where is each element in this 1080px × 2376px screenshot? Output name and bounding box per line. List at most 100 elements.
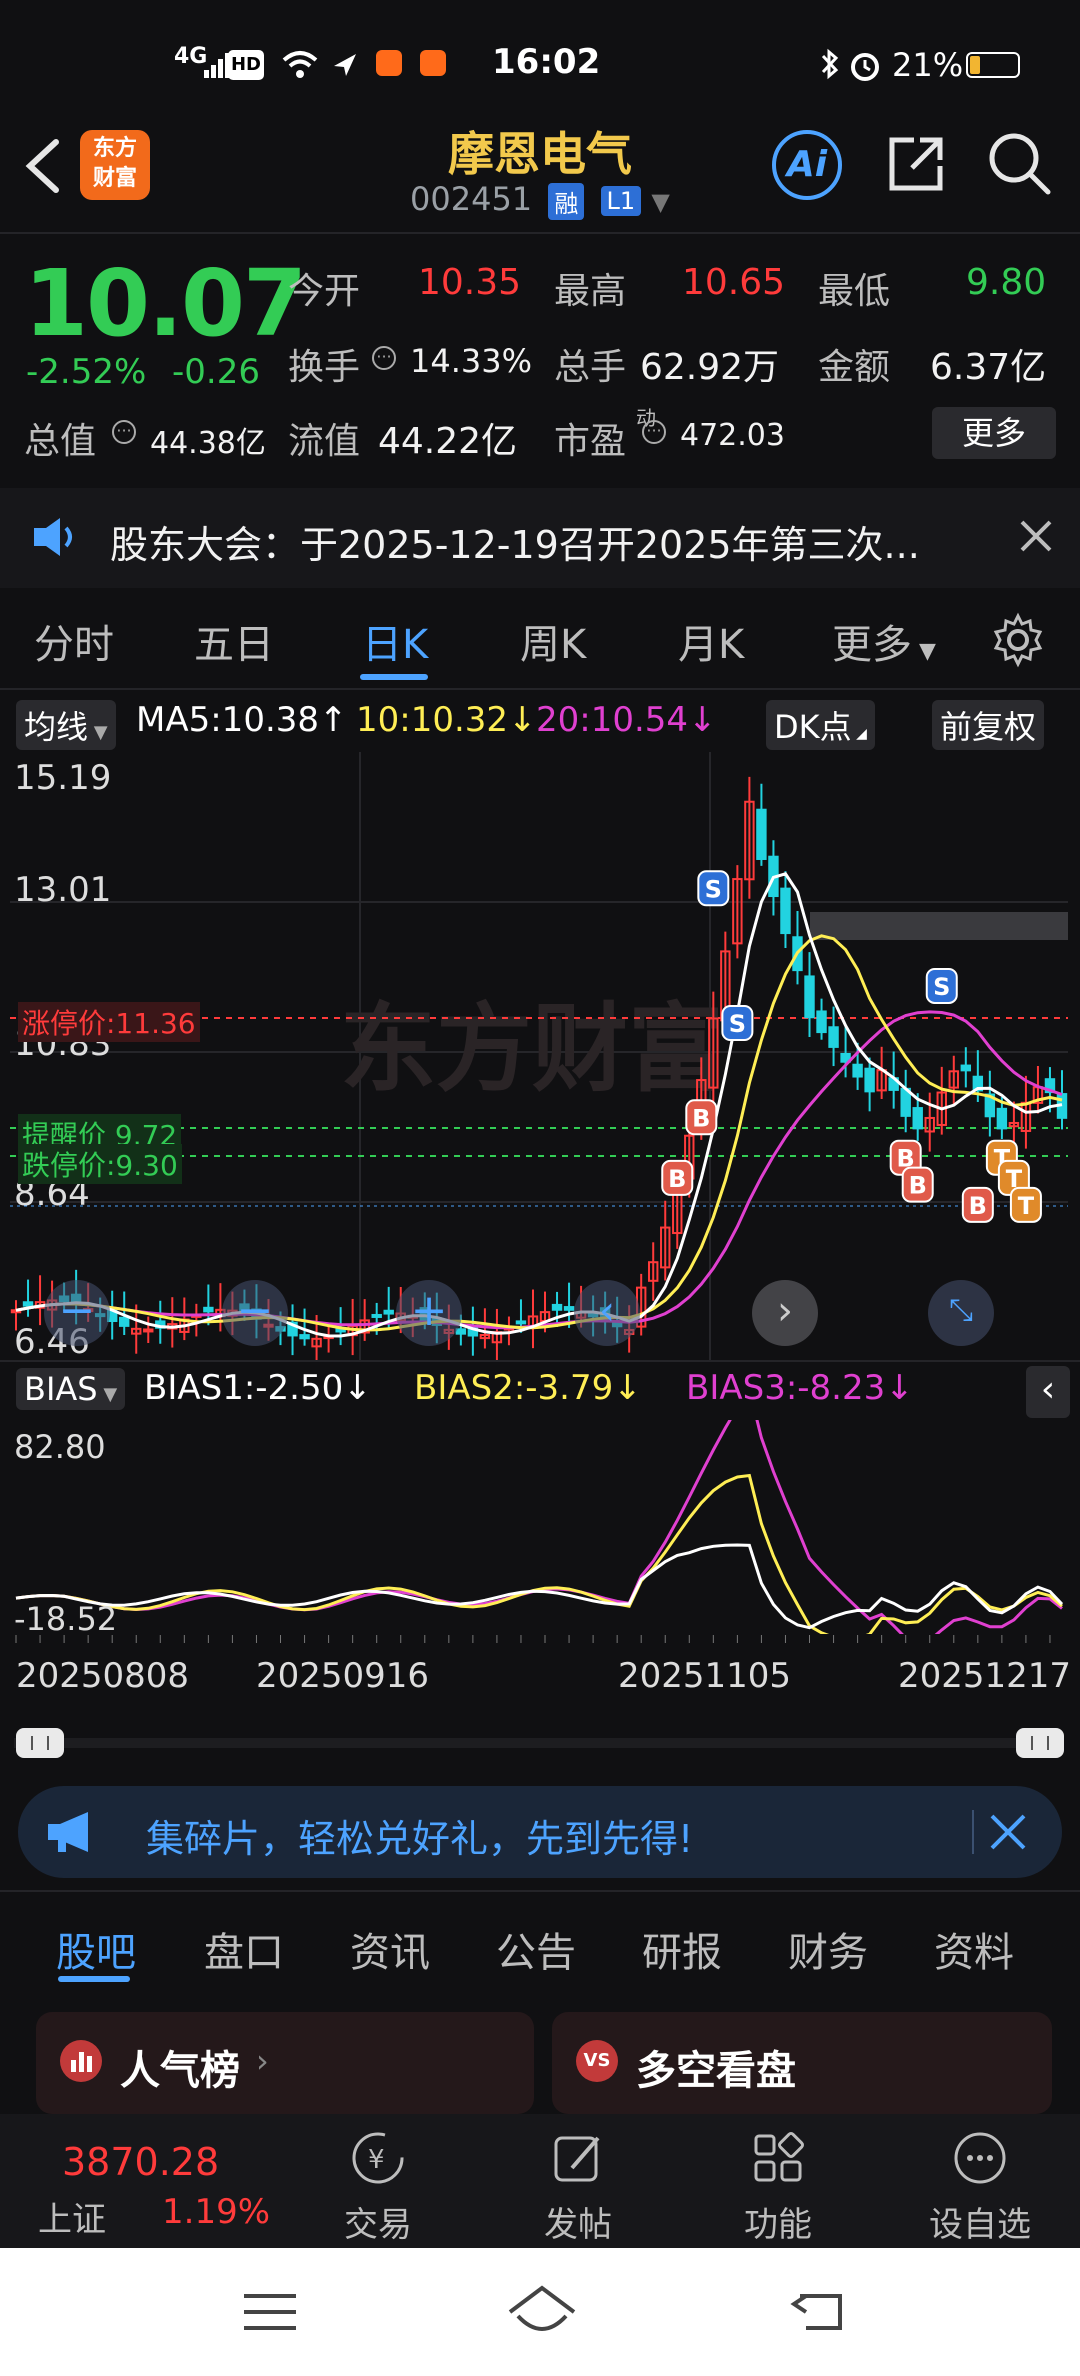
limit-up-label: 涨停价:11.36 [18, 1002, 200, 1042]
indicator-selector[interactable]: BIAS ▼ [16, 1368, 126, 1410]
post-button[interactable]: 发帖 [518, 2128, 638, 2246]
home-icon[interactable] [506, 2282, 578, 2342]
wifi-icon [282, 50, 318, 84]
bottom-toolbar: 3870.28 上证 1.19% ¥ 交易 发帖 功能 设自选 [0, 2114, 1080, 2248]
candle [828, 1006, 839, 1067]
ai-assistant-button[interactable]: Ai [772, 130, 842, 200]
add-watchlist-button[interactable]: 设自选 [918, 2128, 1042, 2246]
y-tick: 13.01 [14, 870, 112, 910]
tab-minute[interactable]: 分时 [34, 612, 114, 670]
function-button[interactable]: 功能 [718, 2128, 838, 2246]
kline-chart[interactable]: 东方财富 SSSBBBBBTTT [10, 752, 1068, 1366]
pe-value: 472.03 [680, 418, 785, 453]
signal-marker-b: B [661, 1159, 694, 1196]
tab-financials[interactable]: 财务 [788, 1920, 868, 1978]
zoom-in-button[interactable]: + [396, 1280, 462, 1346]
range-slider-right-handle[interactable] [1016, 1728, 1064, 1758]
versus-icon: VS [576, 2040, 618, 2082]
svg-text:¥: ¥ [368, 2145, 385, 2175]
volume-label: 总手 [554, 347, 627, 388]
range-slider-left-handle[interactable] [16, 1728, 64, 1758]
candle [732, 865, 743, 959]
info-icon[interactable]: ··· [372, 346, 396, 370]
search-icon[interactable] [986, 130, 1052, 200]
tab-announcements[interactable]: 公告 [496, 1920, 576, 1978]
back-nav-icon[interactable] [790, 2288, 850, 2340]
status-bar: 4G HD 16:02 21% [0, 0, 1080, 130]
info-icon[interactable]: ··· [642, 420, 666, 444]
open-value: 10.35 [418, 262, 522, 303]
candle [22, 1279, 34, 1317]
ma10-value: 10:10.32↓ [356, 700, 537, 740]
low-value: 9.80 [966, 262, 1047, 303]
long-short-card[interactable]: VS 多空看盘 [552, 2012, 1052, 2114]
signal-marker-b: B [901, 1166, 934, 1203]
bluetooth-icon [820, 48, 840, 84]
index-widget[interactable]: 3870.28 上证 1.19% [0, 2114, 300, 2248]
float-label: 流值 [288, 421, 361, 462]
tab-research[interactable]: 研报 [642, 1920, 722, 1978]
signal-marker-s: S [925, 967, 958, 1004]
signal-marker-t: T [1009, 1186, 1042, 1223]
divider [972, 1810, 974, 1854]
trade-button[interactable]: ¥ 交易 [318, 2128, 438, 2246]
index-change: 1.19% [162, 2192, 271, 2232]
tab-five-day[interactable]: 五日 [194, 612, 274, 670]
ma-selector[interactable]: 均线 ▼ [16, 700, 116, 750]
share-icon[interactable] [884, 132, 948, 200]
collapse-indicator-button[interactable]: ‹ [1026, 1366, 1070, 1418]
popularity-card[interactable]: 人气榜 › [36, 2012, 534, 2114]
tab-daily-k[interactable]: 日K [362, 612, 428, 670]
long-short-title: 多空看盘 [636, 2048, 796, 2094]
chevron-right-icon: › [256, 2042, 269, 2080]
watermark: 东方财富 [340, 993, 724, 1105]
promo-banner[interactable]: 集碎片，轻松兑好礼，先到先得! [18, 1786, 1062, 1878]
range-slider-track[interactable] [14, 1738, 1064, 1748]
active-tab-indicator [58, 1976, 130, 1982]
level-badge: L1 [600, 186, 642, 216]
svg-text:B: B [969, 1192, 987, 1220]
settings-gear-icon[interactable] [990, 612, 1046, 672]
stock-code-row[interactable]: 002451 融 L1 ▼ [410, 180, 670, 220]
bias2-value: BIAS2:-3.79↓ [414, 1368, 642, 1408]
menu-icon[interactable] [240, 2290, 300, 2338]
notice-text: 股东大会：于2025-12-19召开2025年第三次... [110, 523, 920, 567]
candle [960, 1047, 972, 1088]
app-notification-icon [376, 50, 402, 76]
tab-order-book[interactable]: 盘口 [204, 1920, 284, 1978]
scroll-left-button[interactable]: ‹ [574, 1280, 640, 1346]
candle [347, 1298, 358, 1356]
tab-monthly-k[interactable]: 月K [678, 612, 744, 670]
tab-news[interactable]: 资讯 [350, 1920, 430, 1978]
tab-guba[interactable]: 股吧 [56, 1920, 136, 1978]
ranking-icon [60, 2040, 102, 2082]
ma20-value: 20:10.54↓ [536, 700, 717, 740]
zoom-out-button[interactable]: − [44, 1280, 110, 1346]
info-icon[interactable]: ··· [112, 420, 136, 444]
divider [0, 1360, 1080, 1362]
candle [780, 871, 791, 948]
battery-text: 21% [892, 46, 964, 84]
svg-text:S: S [705, 875, 722, 903]
fullscreen-icon[interactable]: ⤡ [928, 1280, 994, 1346]
more-button[interactable]: 更多 [932, 407, 1056, 459]
amount-value: 6.37亿 [930, 347, 1047, 388]
close-icon[interactable] [1018, 518, 1054, 558]
mktcap-value: 44.38亿 [150, 426, 266, 461]
candle [143, 1316, 154, 1344]
candle [756, 783, 767, 866]
adjust-selector[interactable]: 前复权 [932, 700, 1045, 750]
open-label: 今开 [288, 271, 361, 312]
tab-more[interactable]: 更多 ▼ [832, 612, 936, 670]
tab-profile[interactable]: 资料 [934, 1920, 1014, 1978]
popularity-title: 人气榜 [120, 2048, 240, 2094]
notice-bar[interactable]: 股东大会：于2025-12-19召开2025年第三次... [0, 488, 1080, 588]
close-icon[interactable] [988, 1812, 1028, 1856]
scroll-right-button[interactable]: › [752, 1280, 818, 1346]
hd-icon: HD [228, 50, 264, 80]
dk-point-selector[interactable]: DK点 ◢ [766, 700, 875, 750]
tab-weekly-k[interactable]: 周K [520, 612, 586, 670]
clock: 16:02 [492, 42, 601, 82]
bias-chart[interactable] [10, 1385, 1068, 1646]
zoom-out-button-2[interactable]: − [222, 1280, 288, 1346]
